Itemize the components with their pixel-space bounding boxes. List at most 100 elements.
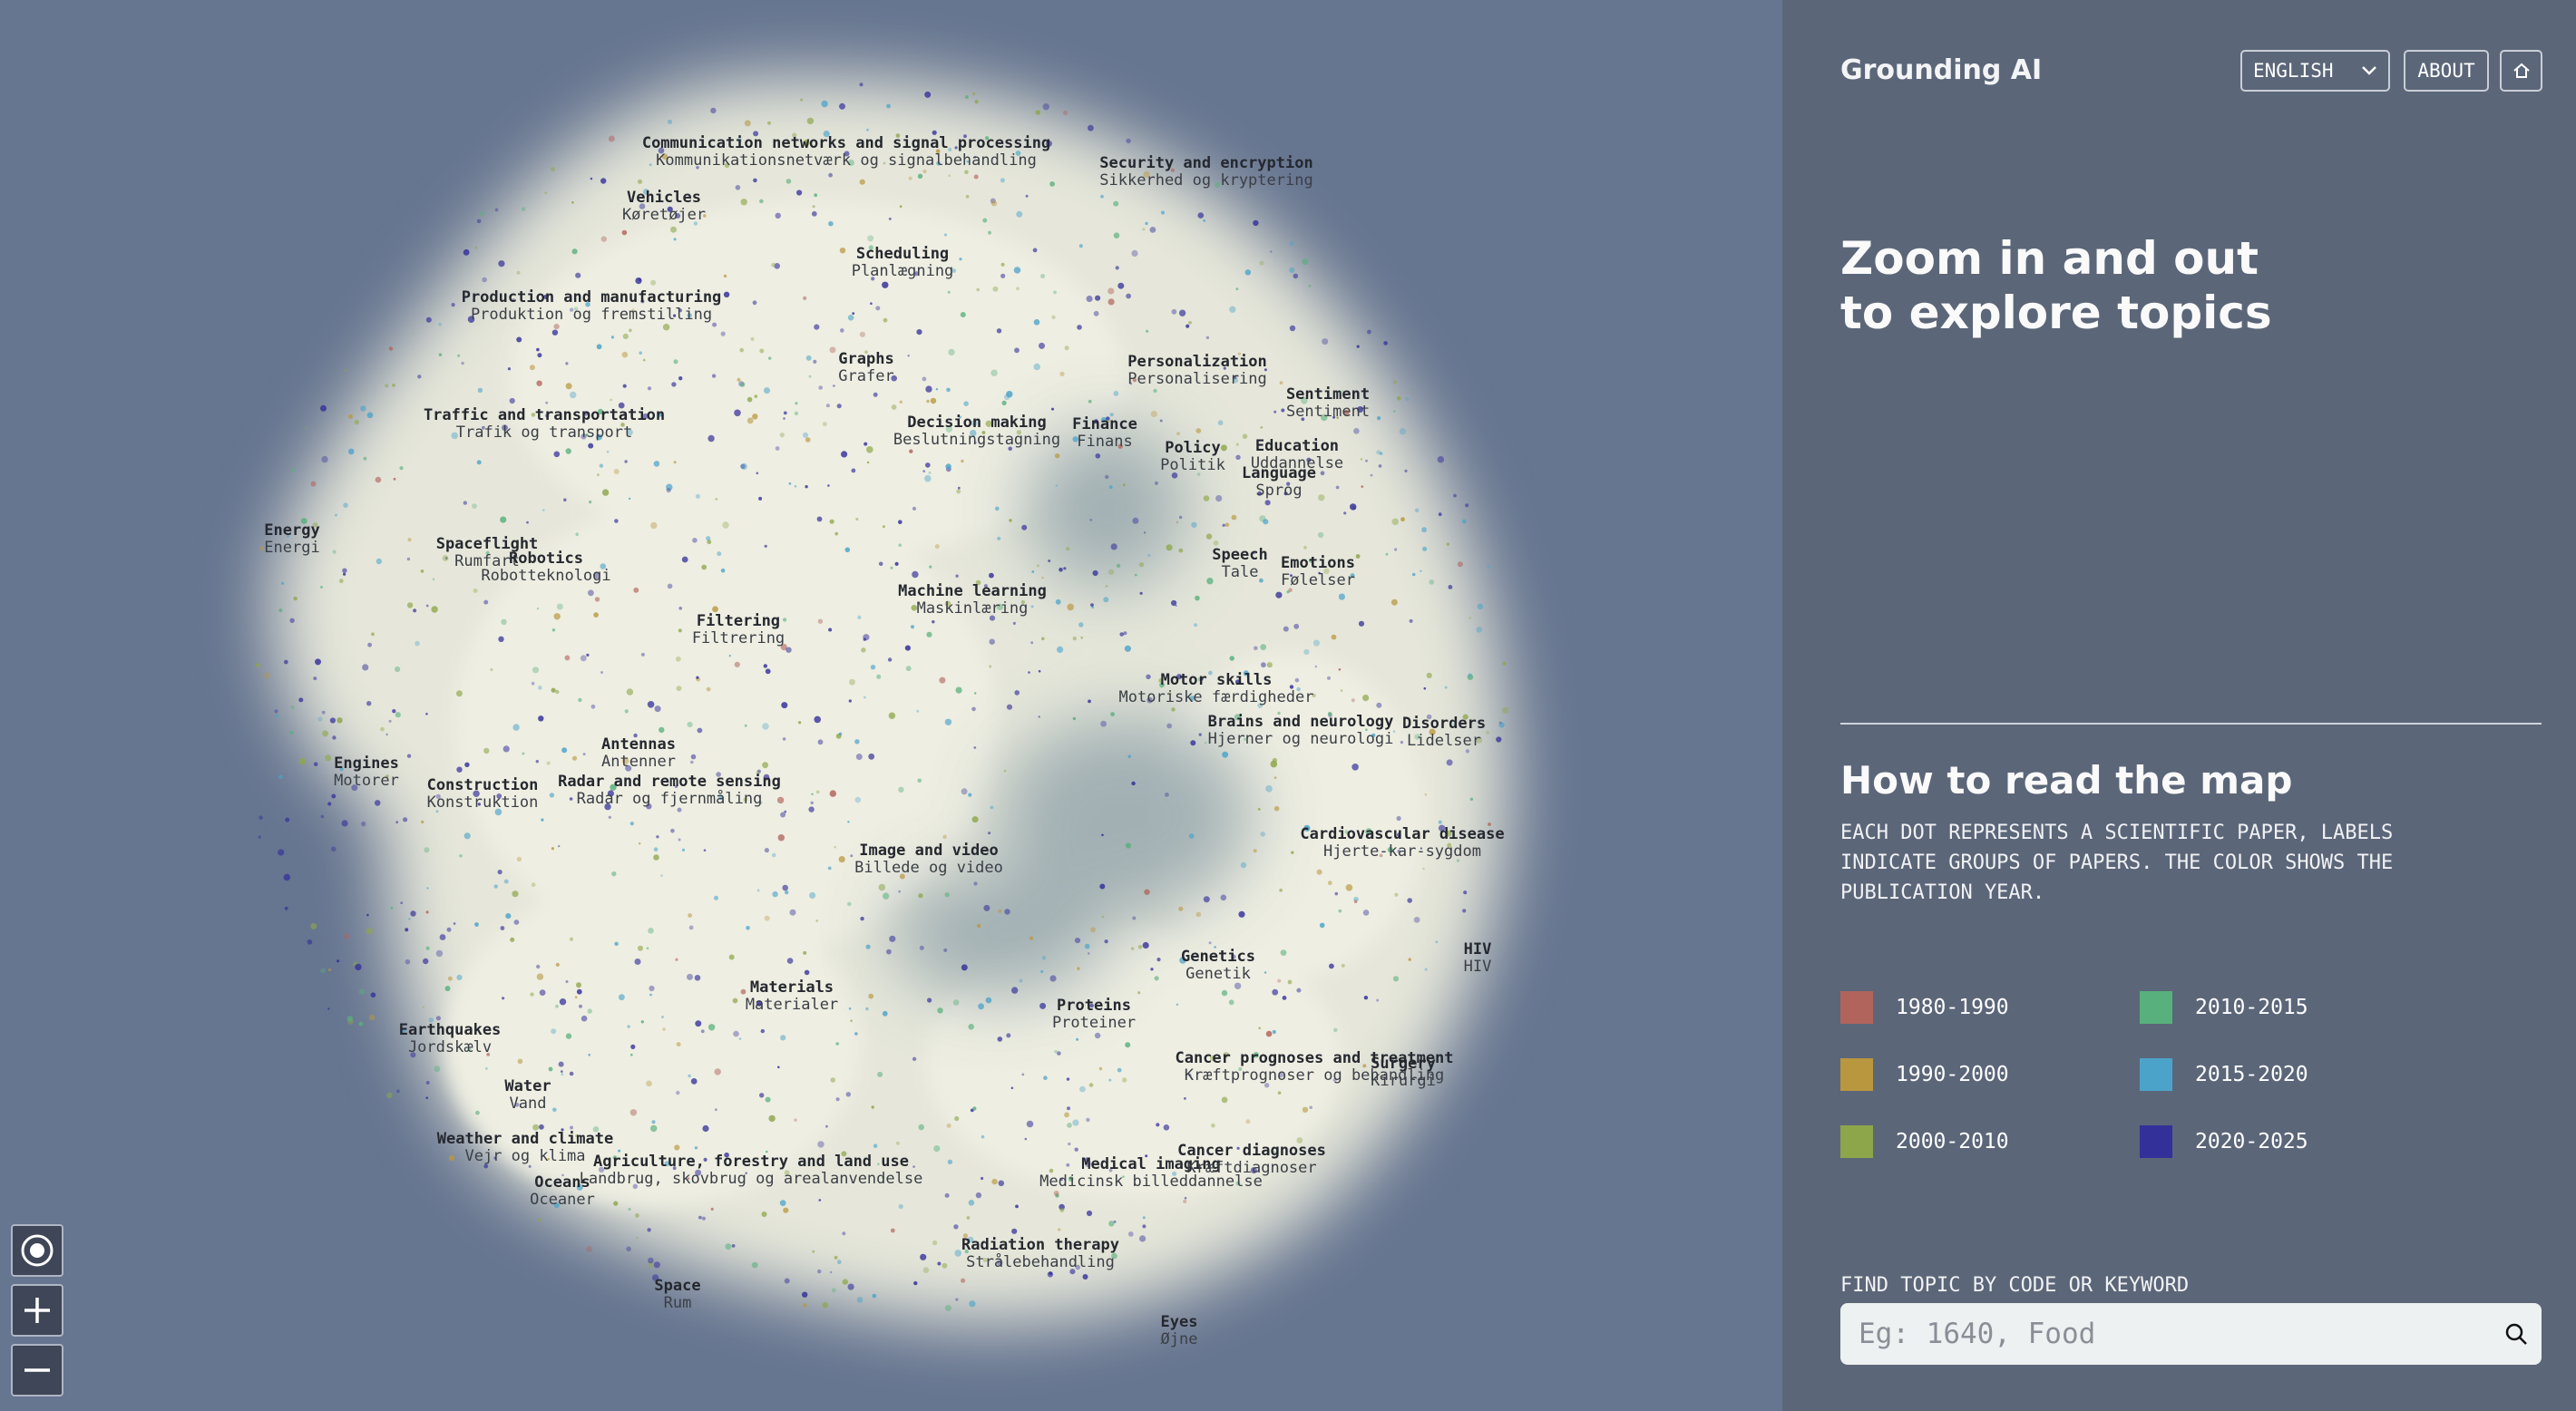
topic-label[interactable]: Emotions Følelser — [1281, 555, 1355, 589]
topic-label[interactable]: Cardiovascular disease Hjerte-kar-sygdom — [1300, 826, 1504, 861]
paper-dot — [1089, 519, 1093, 521]
topic-label[interactable]: Brains and neurology Hjerner og neurologi — [1208, 714, 1394, 748]
topic-label[interactable]: Production and manufacturing Produktion o… — [462, 289, 722, 324]
topic-label[interactable]: Graphs Grafer — [838, 351, 893, 385]
paper-dot — [337, 717, 343, 724]
paper-dot — [1074, 1147, 1078, 1152]
search-icon[interactable] — [2503, 1321, 2529, 1347]
paper-dot — [1107, 298, 1115, 306]
topic-label[interactable]: Antennas Antenner — [601, 736, 676, 771]
zoom-in-button[interactable] — [11, 1284, 63, 1337]
paper-dot — [1040, 969, 1044, 974]
paper-dot — [739, 347, 744, 353]
paper-dot — [870, 665, 876, 670]
paper-dot — [707, 1024, 716, 1031]
paper-dot — [317, 716, 323, 722]
paper-dot — [873, 1143, 878, 1148]
topic-label[interactable]: Construction Konstruktion — [427, 777, 539, 812]
language-select[interactable]: ENGLISH — [2240, 50, 2390, 92]
paper-dot — [752, 414, 758, 420]
paper-dot — [764, 848, 770, 853]
zoom-out-button[interactable] — [11, 1344, 63, 1396]
paper-dot — [1197, 212, 1205, 219]
topic-label[interactable]: Finance Finans — [1072, 416, 1137, 451]
paper-dot — [864, 696, 866, 699]
home-button[interactable] — [2500, 50, 2542, 92]
topic-label[interactable]: Image and video Billede og video — [854, 842, 1003, 877]
topic-label[interactable]: Policy Politik — [1160, 440, 1225, 474]
topic-label[interactable]: Energy Energi — [264, 522, 319, 557]
topic-label[interactable]: Vehicles Køretøjer — [622, 190, 706, 224]
paper-dot — [1240, 861, 1247, 869]
topic-label[interactable]: Decision making Beslutningstagning — [893, 414, 1060, 449]
paper-dot — [293, 596, 298, 601]
topic-label[interactable]: Engines Motorer — [334, 755, 399, 790]
topic-label[interactable]: Traffic and transportation Trafik og tran… — [424, 407, 665, 442]
search-input[interactable] — [1840, 1303, 2475, 1365]
topic-label[interactable]: Water Vand — [504, 1078, 551, 1113]
paper-dot — [638, 277, 642, 281]
topic-label[interactable]: Space Rum — [654, 1278, 700, 1312]
topic-label[interactable]: Machine learning Maskinlæring — [898, 583, 1047, 618]
topic-label[interactable]: Materials Materialer — [746, 979, 838, 1014]
topic-label[interactable]: Radar and remote sensing Radar og fjernmå… — [558, 774, 781, 808]
paper-dot — [298, 697, 304, 703]
topic-label-en: Decision making — [907, 414, 1047, 432]
topic-map[interactable]: Communication networks and signal proces… — [0, 0, 1782, 1411]
paper-dot — [777, 834, 785, 842]
about-button[interactable]: ABOUT — [2404, 50, 2489, 92]
recenter-button[interactable] — [11, 1224, 63, 1277]
paper-dot — [1265, 1030, 1273, 1037]
topic-label[interactable]: Personalization Personalisering — [1127, 354, 1267, 388]
paper-dot — [1215, 495, 1223, 502]
topic-label[interactable]: Disorders Lidelser — [1402, 715, 1486, 750]
paper-dot — [1383, 341, 1388, 345]
topic-label[interactable]: Earthquakes Jordskælv — [399, 1022, 502, 1056]
paper-dot — [1105, 474, 1109, 480]
paper-dot — [1009, 519, 1012, 522]
topic-label[interactable]: Speech Tale — [1212, 547, 1267, 581]
paper-dot — [952, 999, 960, 1006]
paper-dot — [1437, 456, 1445, 463]
topic-label[interactable]: Scheduling Planlægning — [852, 246, 954, 280]
paper-dot — [565, 362, 569, 365]
topic-label[interactable]: Proteins Proteiner — [1052, 997, 1136, 1032]
paper-dot — [1119, 632, 1124, 637]
paper-dot — [425, 604, 429, 608]
topic-label[interactable]: Genetics Genetik — [1181, 949, 1255, 983]
topic-label[interactable]: Language Sprog — [1242, 465, 1316, 500]
paper-dot — [1225, 522, 1230, 527]
paper-dot — [1175, 604, 1177, 608]
paper-dot — [649, 985, 655, 992]
paper-dot — [809, 891, 816, 900]
search-box[interactable] — [1840, 1303, 2542, 1365]
paper-dot — [943, 233, 948, 237]
topic-label[interactable]: Security and encryption Sikkerhed og kryp… — [1099, 155, 1312, 190]
paper-dot — [1302, 258, 1309, 266]
paper-dot — [1302, 1106, 1309, 1114]
topic-label[interactable]: Filtering Filtrering — [692, 613, 785, 647]
paper-dot — [1334, 891, 1339, 896]
topic-label[interactable]: Eyes Øjne — [1161, 1314, 1198, 1348]
topic-label[interactable]: Cancer diagnoses Kræftdiagnoser — [1177, 1143, 1326, 1177]
topic-label-da: Kræftdiagnoser — [1186, 1159, 1317, 1177]
paper-dot — [483, 747, 490, 754]
topic-label-da: Oceaner — [530, 1191, 595, 1209]
topic-label[interactable]: Agriculture, forestry and land use Landbr… — [580, 1153, 923, 1188]
paper-dot — [552, 1107, 557, 1113]
paper-dot — [944, 1305, 951, 1311]
paper-dot — [775, 446, 780, 451]
paper-dot — [1448, 585, 1453, 589]
paper-dot — [1293, 623, 1300, 629]
paper-dot — [763, 664, 767, 668]
topic-label[interactable]: Robotics Robotteknologi — [481, 550, 610, 585]
paper-dot — [1147, 553, 1151, 558]
topic-label[interactable]: Oceans Oceaner — [530, 1174, 595, 1209]
topic-label[interactable]: Surgery Kirurgi — [1371, 1056, 1436, 1090]
topic-label[interactable]: Motor skills Motoriske færdigheder — [1119, 672, 1314, 706]
paper-dot — [912, 506, 917, 511]
topic-label[interactable]: Radiation therapy Strålebehandling — [961, 1237, 1119, 1271]
topic-label[interactable]: Communication networks and signal proces… — [642, 135, 1050, 170]
topic-label[interactable]: Sentiment Sentiment — [1286, 386, 1370, 421]
topic-label[interactable]: HIV HIV — [1464, 941, 1492, 976]
